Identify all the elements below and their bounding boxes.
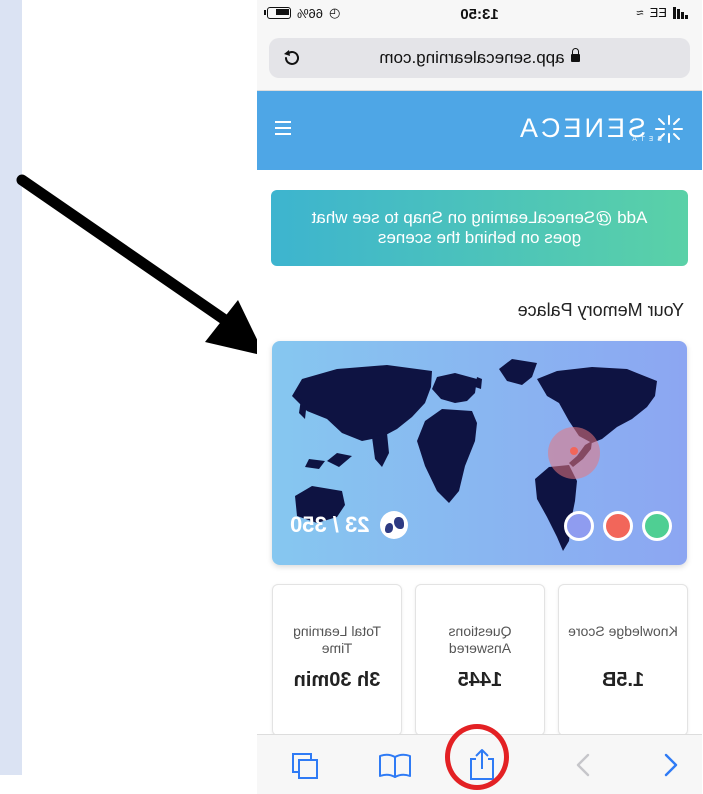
- progress-text: 23 / 350: [290, 512, 370, 537]
- stat-value: 3h 30min: [293, 669, 381, 691]
- promo-text: Add @SenecaLearning on Snap to see what …: [311, 208, 648, 247]
- stat-card-learning-time: Total Learning Time 3h 30min: [272, 584, 402, 736]
- blue-theme-dot[interactable]: [564, 511, 594, 541]
- bookmarks-icon[interactable]: [378, 753, 412, 779]
- stat-card-knowledge: Knowledge Score 1.5B: [558, 584, 688, 736]
- battery-percent: 66%: [297, 5, 324, 21]
- theme-dots: [564, 511, 672, 541]
- brand-subtitle: BETA: [628, 135, 662, 143]
- memory-palace-title: Your Memory Palace: [517, 300, 684, 320]
- mirrored-viewport: EE ≈ 13:50 ◷ 66% app.senecalearning.com: [257, 0, 702, 794]
- back-icon[interactable]: [660, 751, 680, 779]
- brand-name: SENECA: [516, 113, 646, 143]
- address-bar-area: app.senecalearning.com: [257, 30, 702, 91]
- alarm-icon: ◷: [329, 5, 341, 20]
- annotation-circle: [445, 724, 509, 790]
- phone-screen: EE ≈ 13:50 ◷ 66% app.senecalearning.com: [257, 0, 702, 794]
- map-progress: 23 / 350: [290, 511, 408, 539]
- app-header: SENECA BETA: [257, 91, 702, 170]
- hamburger-menu-icon[interactable]: [275, 121, 291, 135]
- stat-value: 1.5B: [601, 669, 645, 691]
- status-battery-group: ◷ 66%: [267, 5, 340, 21]
- stat-label: Total Learning Time: [293, 623, 381, 656]
- url-text: app.senecalearning.com: [379, 48, 565, 67]
- status-bar: EE ≈ 13:50 ◷ 66%: [257, 0, 702, 30]
- stat-label: Questions Answered: [448, 623, 512, 656]
- globe-icon: [379, 511, 408, 539]
- url-display[interactable]: app.senecalearning.com: [269, 48, 690, 68]
- reload-icon[interactable]: [281, 47, 303, 69]
- red-theme-dot[interactable]: [603, 511, 633, 541]
- stat-value: 1445: [457, 669, 503, 691]
- battery-icon: [267, 7, 291, 19]
- lock-icon: [570, 54, 580, 62]
- forward-icon[interactable]: [574, 751, 594, 779]
- green-theme-dot[interactable]: [642, 511, 672, 541]
- stat-label: Knowledge Score: [568, 623, 678, 639]
- memory-palace-map-card[interactable]: 23 / 350: [272, 341, 687, 565]
- snap-promo-banner[interactable]: Add @SenecaLearning on Snap to see what …: [271, 190, 688, 266]
- address-bar[interactable]: app.senecalearning.com: [269, 38, 690, 78]
- tabs-icon[interactable]: [290, 751, 320, 781]
- stat-card-questions: Questions Answered 1445: [415, 584, 545, 736]
